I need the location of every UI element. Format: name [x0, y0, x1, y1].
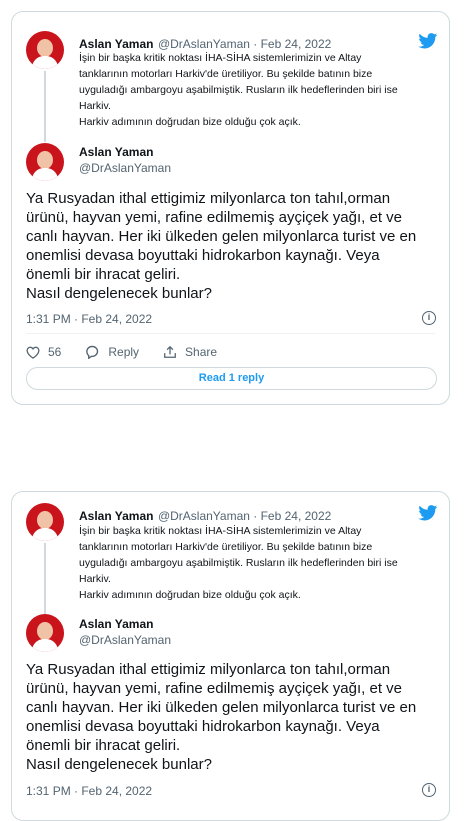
tweet-embed-card: Aslan Yaman @DrAslanYaman · Feb 24, 2022… — [11, 11, 450, 405]
author-avatar[interactable] — [26, 143, 64, 181]
text-line: önemli bir ihracat geliri. — [26, 266, 181, 283]
quoted-avatar[interactable] — [26, 31, 64, 69]
text-line: İşin bir başka kritik noktası İHA-SİHA s… — [79, 525, 362, 537]
tweet-timestamp[interactable]: 1:31 PM · Feb 24, 2022 — [26, 784, 152, 798]
tweet-embed-card: Aslan Yaman @DrAslanYaman · Feb 24, 2022… — [11, 491, 450, 821]
tweet-text: Ya Rusyadan ithal ettigimiz milyonlarca … — [26, 189, 446, 303]
text-line: uyguladığı ambargoyu aşabilmiştik. Rusla… — [79, 84, 398, 96]
text-line: onemlisi devasa boyuttaki hidrokarbon ka… — [26, 247, 380, 264]
text-line: canlı hayvan. Her iki ülkeden gelen mily… — [26, 699, 417, 716]
author-name[interactable]: Aslan Yaman — [79, 145, 153, 159]
tweet-timestamp[interactable]: 1:31 PM · Feb 24, 2022 — [26, 312, 152, 326]
text-line: ürünü, hayvan yemi, rafine edilmemiş ayç… — [26, 209, 403, 226]
text-line: Harkiv adımının doğrudan bize olduğu çok… — [79, 589, 301, 601]
text-line: Harkiv adımının doğrudan bize olduğu çok… — [79, 116, 301, 128]
reply-button[interactable]: Reply — [85, 345, 139, 359]
quoted-handle-date[interactable]: @DrAslanYaman · Feb 24, 2022 — [158, 37, 331, 51]
share-icon — [164, 345, 176, 358]
author-name[interactable]: Aslan Yaman — [79, 617, 153, 631]
quoted-tweet-text: İşin bir başka kritik noktası İHA-SİHA s… — [79, 50, 429, 130]
quoted-author-name[interactable]: Aslan Yaman — [79, 509, 153, 523]
twitter-bird-icon[interactable] — [418, 33, 438, 49]
quoted-tweet-text: İşin bir başka kritik noktası İHA-SİHA s… — [79, 523, 429, 603]
quoted-author-name[interactable]: Aslan Yaman — [79, 37, 153, 51]
quoted-handle-date[interactable]: @DrAslanYaman · Feb 24, 2022 — [158, 509, 331, 523]
reply-label: Reply — [108, 345, 140, 359]
share-button[interactable]: Share — [163, 345, 217, 359]
text-line: canlı hayvan. Her iki ülkeden gelen mily… — [26, 228, 417, 245]
action-bar: 56 Reply Share — [26, 343, 241, 361]
text-line: İşin bir başka kritik noktası İHA-SİHA s… — [79, 52, 362, 64]
author-handle[interactable]: @DrAslanYaman — [79, 633, 171, 647]
text-line: uyguladığı ambargoyu aşabilmiştik. Rusla… — [79, 557, 398, 569]
like-count: 56 — [48, 345, 62, 359]
thread-line — [44, 71, 46, 142]
text-line: Ya Rusyadan ithal ettigimiz milyonlarca … — [26, 190, 391, 207]
text-line: Harkiv. — [79, 100, 111, 112]
tweet-text: Ya Rusyadan ithal ettigimiz milyonlarca … — [26, 660, 446, 774]
reply-icon — [86, 345, 99, 359]
text-line: onemlisi devasa boyuttaki hidrokarbon ka… — [26, 718, 380, 735]
author-handle[interactable]: @DrAslanYaman — [79, 161, 171, 175]
text-line: Nasıl dengelenecek bunlar? — [26, 756, 212, 773]
twitter-bird-icon[interactable] — [418, 505, 438, 521]
like-button[interactable]: 56 — [26, 345, 61, 359]
text-line: önemli bir ihracat geliri. — [26, 737, 181, 754]
author-avatar[interactable] — [26, 614, 64, 652]
text-line: Ya Rusyadan ithal ettigimiz milyonlarca … — [26, 661, 391, 678]
divider — [26, 333, 435, 334]
quoted-avatar[interactable] — [26, 503, 64, 541]
share-label: Share — [185, 345, 218, 359]
info-icon[interactable]: i — [422, 311, 436, 325]
read-replies-button[interactable]: Read 1 reply — [26, 367, 437, 390]
thread-line — [44, 543, 46, 614]
text-line: Nasıl dengelenecek bunlar? — [26, 285, 212, 302]
text-line: tanklarının motorları Harkiv'de üretiliy… — [79, 68, 373, 80]
text-line: ürünü, hayvan yemi, rafine edilmemiş ayç… — [26, 680, 403, 697]
text-line: Harkiv. — [79, 573, 111, 585]
heart-icon — [26, 346, 40, 359]
text-line: tanklarının motorları Harkiv'de üretiliy… — [79, 541, 373, 553]
info-icon[interactable]: i — [422, 783, 436, 797]
